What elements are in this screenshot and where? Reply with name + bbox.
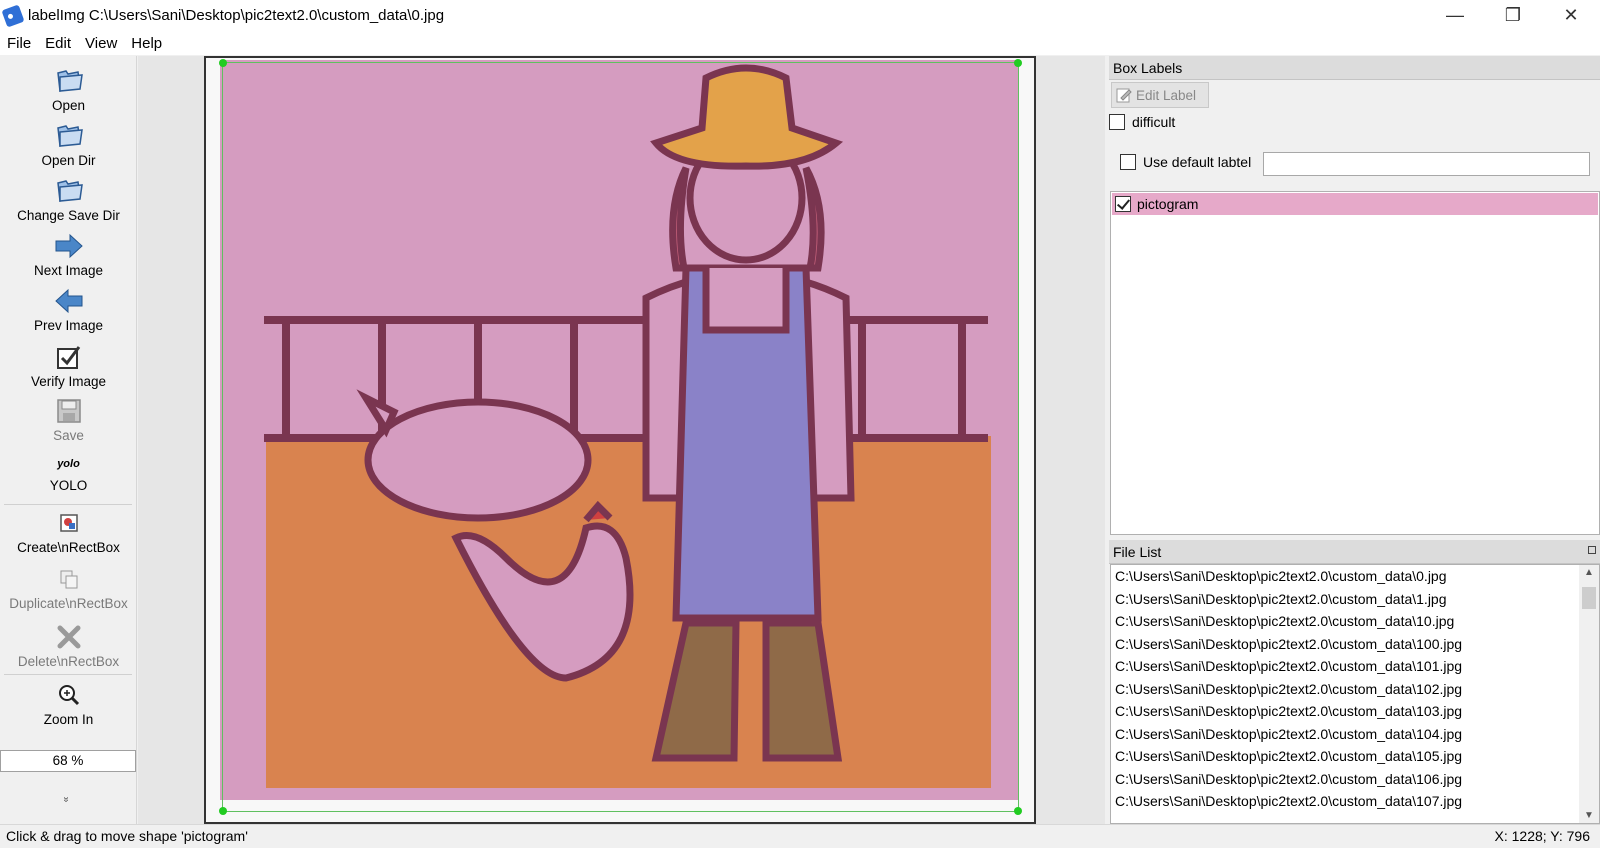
file-list[interactable]: C:\Users\Sani\Desktop\pic2text2.0\custom… [1110, 564, 1600, 824]
prev-image-button[interactable]: Prev Image [0, 286, 137, 333]
toolbar-divider [4, 674, 132, 675]
open-dir-label: Open Dir [41, 153, 96, 168]
restore-button[interactable]: ❐ [1484, 0, 1542, 31]
zoom-value-spinbox[interactable]: 68 % [0, 750, 136, 772]
close-button[interactable]: ✕ [1542, 0, 1600, 31]
file-list-item[interactable]: C:\Users\Sani\Desktop\pic2text2.0\custom… [1111, 565, 1599, 588]
file-list-item[interactable]: C:\Users\Sani\Desktop\pic2text2.0\custom… [1111, 790, 1599, 813]
checkbox-checked-icon [53, 342, 85, 372]
status-message: Click & drag to move shape 'pictogram' [6, 828, 248, 844]
use-default-label-checkbox[interactable] [1120, 154, 1136, 170]
scroll-up-icon[interactable]: ▲ [1579, 567, 1599, 578]
edit-label-text: Edit Label [1136, 87, 1197, 103]
copy-icon [53, 564, 85, 594]
box-handle-top-left[interactable] [219, 59, 227, 67]
scroll-down-icon[interactable]: ▼ [1579, 810, 1599, 821]
file-list-item[interactable]: C:\Users\Sani\Desktop\pic2text2.0\custom… [1111, 610, 1599, 633]
box-labels-title: Box Labels [1109, 56, 1600, 80]
change-save-dir-button[interactable]: Change Save Dir [0, 176, 137, 223]
title-bar: labelImg C:\Users\Sani\Desktop\pic2text2… [0, 0, 1600, 31]
file-list-item[interactable]: C:\Users\Sani\Desktop\pic2text2.0\custom… [1111, 768, 1599, 791]
label-list[interactable]: pictogram [1110, 191, 1600, 535]
save-label: Save [53, 428, 84, 443]
edit-label-button[interactable]: Edit Label [1111, 82, 1209, 108]
create-rectbox-button[interactable]: Create\nRectBox [0, 508, 137, 555]
difficult-checkbox[interactable] [1109, 114, 1125, 130]
edit-pencil-icon [1116, 88, 1132, 103]
menu-file[interactable]: File [0, 35, 38, 52]
menu-edit[interactable]: Edit [38, 35, 78, 52]
label-visibility-checkbox[interactable] [1115, 196, 1131, 212]
next-image-label: Next Image [33, 263, 104, 278]
menu-help[interactable]: Help [124, 35, 169, 52]
save-button[interactable]: Save [0, 396, 137, 443]
toolbar-divider [4, 504, 132, 505]
file-list-item[interactable]: C:\Users\Sani\Desktop\pic2text2.0\custom… [1111, 678, 1599, 701]
file-list-title: File List [1109, 540, 1600, 564]
labelimg-app-icon [1, 3, 25, 28]
box-handle-bottom-left[interactable] [219, 807, 227, 815]
label-list-item[interactable]: pictogram [1112, 193, 1598, 215]
default-label-input[interactable] [1263, 152, 1590, 176]
toolbar-extension-icon[interactable]: » [60, 797, 71, 803]
cursor-coordinates: X: 1228; Y: 796 [1494, 828, 1591, 844]
minimize-button[interactable]: — [1426, 0, 1484, 31]
prev-image-label: Prev Image [33, 318, 104, 333]
duplicate-rectbox-button[interactable]: Duplicate\nRectBox [0, 564, 137, 611]
bounding-box-pictogram[interactable] [219, 59, 1022, 815]
yolo-label: YOLO [49, 478, 88, 493]
yolo-icon: yolo [57, 458, 80, 470]
float-dock-icon[interactable] [1588, 546, 1596, 554]
arrow-right-icon [53, 231, 85, 261]
folder-open-icon [53, 176, 85, 206]
verify-image-label: Verify Image [30, 374, 107, 389]
create-rectbox-label: Create\nRectBox [17, 540, 120, 555]
file-list-item[interactable]: C:\Users\Sani\Desktop\pic2text2.0\custom… [1111, 745, 1599, 768]
menu-view[interactable]: View [78, 35, 124, 52]
create-shape-icon [53, 508, 85, 538]
left-toolbar: Open Open Dir Change Save Dir Next Image… [0, 56, 137, 824]
scroll-thumb[interactable] [1582, 587, 1596, 609]
change-save-dir-label: Change Save Dir [17, 208, 120, 223]
open-label: Open [51, 98, 86, 113]
difficult-label: difficult [1132, 114, 1176, 130]
zoom-in-button[interactable]: Zoom In [0, 680, 137, 727]
delete-rectbox-label: Delete\nRectBox [17, 654, 120, 669]
floppy-disk-icon [53, 396, 85, 426]
file-list-item[interactable]: C:\Users\Sani\Desktop\pic2text2.0\custom… [1111, 700, 1599, 723]
window-title: labelImg C:\Users\Sani\Desktop\pic2text2… [28, 7, 445, 24]
file-list-item[interactable]: C:\Users\Sani\Desktop\pic2text2.0\custom… [1111, 633, 1599, 656]
magnifier-plus-icon [53, 680, 85, 710]
file-list-title-text: File List [1113, 544, 1162, 560]
menu-bar: File Edit View Help [0, 31, 1600, 55]
file-list-item[interactable]: C:\Users\Sani\Desktop\pic2text2.0\custom… [1111, 655, 1599, 678]
use-default-label-row: Use default labtel [1120, 154, 1251, 170]
box-handle-bottom-right[interactable] [1014, 807, 1022, 815]
zoom-in-label: Zoom In [43, 712, 94, 727]
file-list-item[interactable]: C:\Users\Sani\Desktop\pic2text2.0\custom… [1111, 723, 1599, 746]
status-bar: Click & drag to move shape 'pictogram' X… [0, 824, 1600, 848]
folder-open-icon [53, 66, 85, 96]
next-image-button[interactable]: Next Image [0, 231, 137, 278]
file-list-item[interactable]: C:\Users\Sani\Desktop\pic2text2.0\custom… [1111, 588, 1599, 611]
image-canvas[interactable] [138, 56, 1105, 824]
use-default-label-text: Use default labtel [1143, 154, 1252, 170]
delete-rectbox-button[interactable]: Delete\nRectBox [0, 622, 137, 669]
open-dir-button[interactable]: Open Dir [0, 121, 137, 168]
file-list-scrollbar[interactable]: ▲ ▼ [1579, 565, 1599, 823]
difficult-row: difficult [1109, 114, 1175, 130]
arrow-left-icon [53, 286, 85, 316]
open-button[interactable]: Open [0, 66, 137, 113]
right-dock-panel: Box Labels Edit Label difficult Use defa… [1109, 56, 1600, 824]
delete-x-icon [53, 622, 85, 652]
label-name: pictogram [1137, 196, 1199, 212]
box-handle-top-right[interactable] [1014, 59, 1022, 67]
verify-image-button[interactable]: Verify Image [0, 342, 137, 389]
window-controls: — ❐ ✕ [1426, 0, 1600, 31]
folder-open-icon [53, 121, 85, 151]
duplicate-rectbox-label: Duplicate\nRectBox [9, 596, 128, 611]
yolo-format-button[interactable]: yolo YOLO [0, 456, 137, 493]
